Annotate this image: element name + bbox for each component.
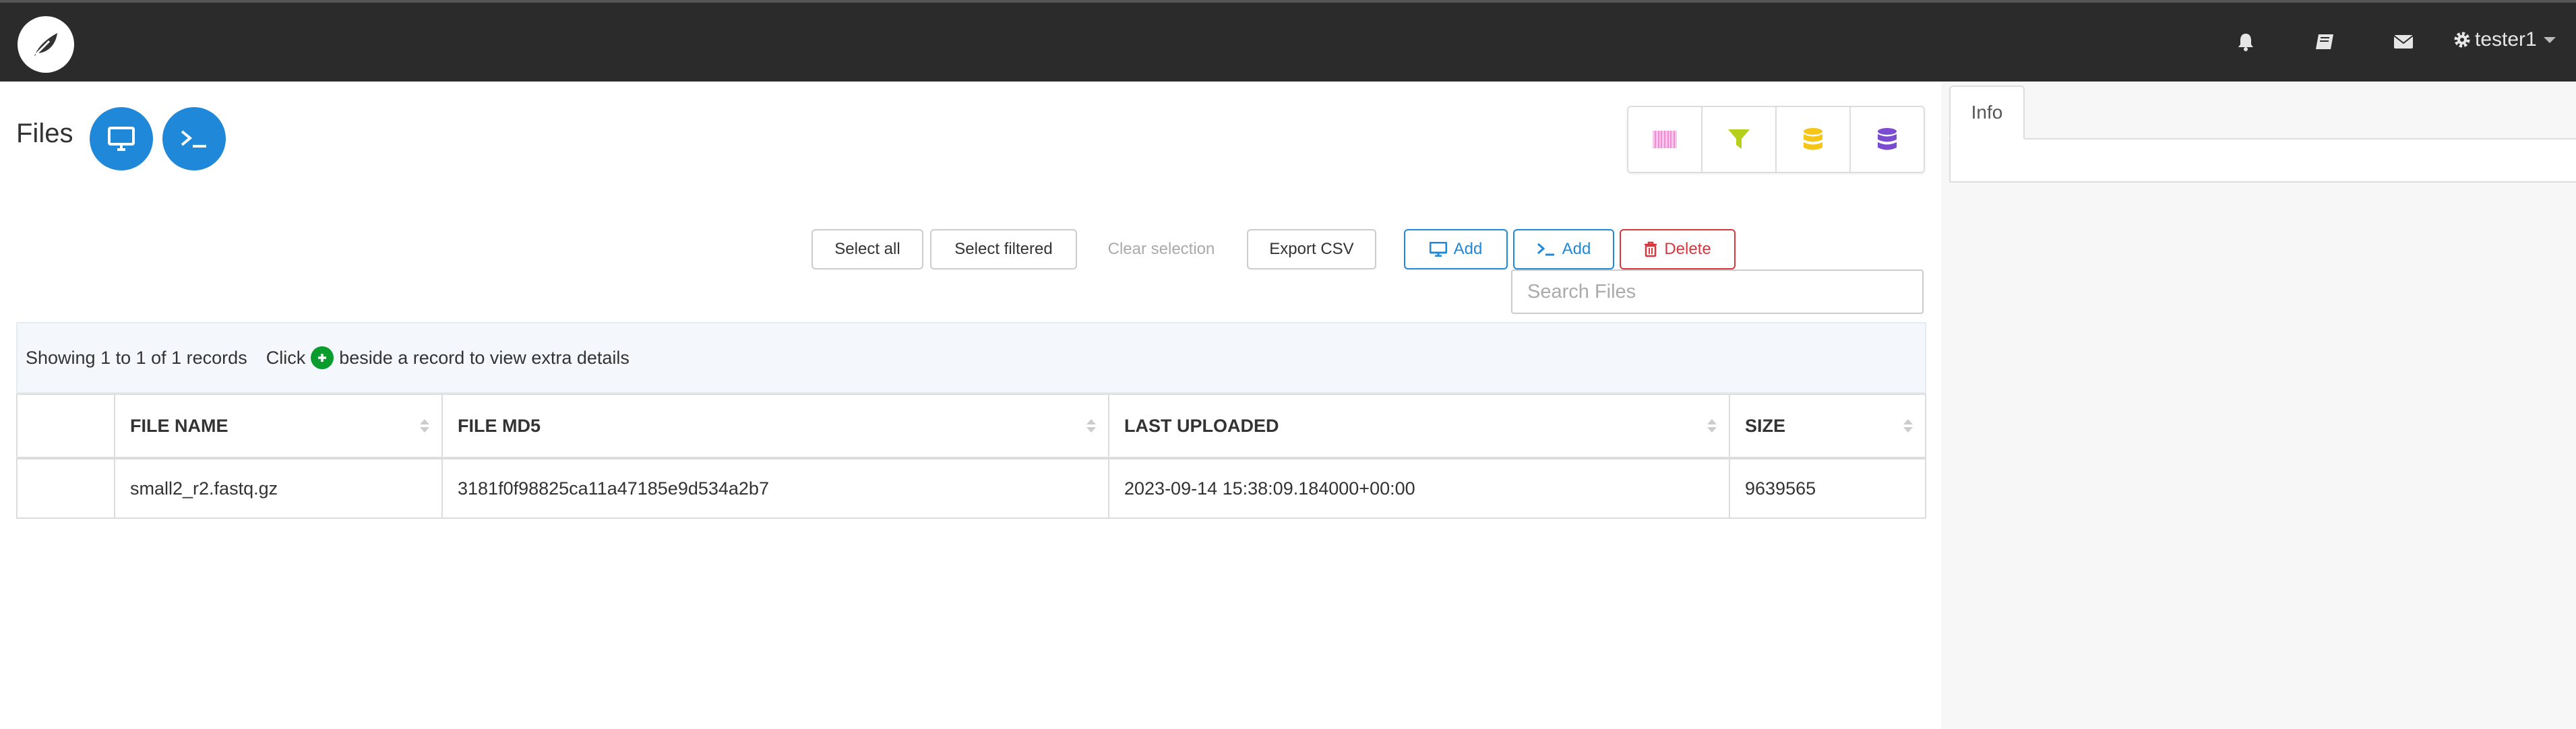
info-tab-body xyxy=(1949,139,2576,183)
delete-button[interactable]: Delete xyxy=(1620,229,1736,270)
column-header-label: FILE NAME xyxy=(130,415,228,436)
search-input[interactable] xyxy=(1511,270,1924,314)
column-header-label: SIZE xyxy=(1745,415,1786,436)
select-all-button[interactable]: Select all xyxy=(811,229,923,270)
terminal-icon xyxy=(181,130,206,148)
banner-details-text: beside a record to view extra details xyxy=(339,347,630,368)
leaf-logo[interactable] xyxy=(18,16,74,73)
book-icon[interactable] xyxy=(2311,28,2338,55)
top-navbar: tester1 xyxy=(0,0,2576,82)
database-icon xyxy=(1878,128,1897,150)
sort-icon xyxy=(420,419,429,433)
records-info-banner: Showing 1 to 1 of 1 records Click beside… xyxy=(16,322,1926,393)
column-header-file-name[interactable]: FILE NAME xyxy=(115,395,443,457)
export-csv-button[interactable]: Export CSV xyxy=(1247,229,1376,270)
desktop-icon xyxy=(1429,242,1447,257)
terminal-upload-button[interactable] xyxy=(162,107,226,170)
banner-click-text: Click xyxy=(266,347,306,368)
column-header-select xyxy=(18,395,115,457)
file-md5-cell: 3181f0f98825ca11a47185e9d534a2b7 xyxy=(443,459,1109,517)
filter-button[interactable] xyxy=(1703,107,1777,172)
trash-icon xyxy=(1645,241,1657,257)
last-uploaded-cell: 2023-09-14 15:38:09.184000+00:00 xyxy=(1109,459,1730,517)
chevron-down-icon xyxy=(2543,36,2556,43)
add-desktop-label: Add xyxy=(1453,240,1483,258)
add-terminal-label: Add xyxy=(1562,240,1591,258)
desktop-upload-button[interactable] xyxy=(90,107,153,170)
clear-selection-button[interactable]: Clear selection xyxy=(1088,229,1235,270)
info-tabs: Info xyxy=(1949,86,2576,139)
table-row[interactable]: small2_r2.fastq.gz 3181f0f98825ca11a4718… xyxy=(18,459,1925,517)
envelope-icon[interactable] xyxy=(2390,28,2417,55)
filter-icon xyxy=(1728,129,1750,149)
barcode-icon xyxy=(1653,131,1677,148)
row-select-cell[interactable] xyxy=(18,459,115,517)
username: tester1 xyxy=(2475,28,2537,51)
tab-info[interactable]: Info xyxy=(1949,86,2025,139)
database-purple-button[interactable] xyxy=(1851,107,1924,172)
column-header-label: FILE MD5 xyxy=(458,415,541,436)
column-header-label: LAST UPLOADED xyxy=(1124,415,1279,436)
plus-circle-icon xyxy=(311,346,334,369)
page-title: Files xyxy=(16,119,73,148)
column-header-size[interactable]: SIZE xyxy=(1730,395,1925,457)
database-icon xyxy=(1804,128,1822,150)
size-cell: 9639565 xyxy=(1745,478,1816,499)
sort-icon xyxy=(1086,419,1096,433)
delete-label: Delete xyxy=(1664,240,1711,258)
bell-icon[interactable] xyxy=(2232,28,2259,55)
filter-icon-group xyxy=(1627,106,1925,173)
barcode-filter-button[interactable] xyxy=(1628,107,1703,172)
table-header-row: FILE NAME FILE MD5 LAST UPLOADED SIZE xyxy=(18,395,1925,459)
database-yellow-button[interactable] xyxy=(1777,107,1851,172)
add-desktop-button[interactable]: Add xyxy=(1404,229,1508,270)
records-count-text: Showing 1 to 1 of 1 records xyxy=(26,347,247,368)
sort-icon xyxy=(1903,419,1913,433)
add-terminal-button[interactable]: Add xyxy=(1513,229,1614,270)
terminal-icon xyxy=(1537,243,1554,256)
leaf-icon xyxy=(34,33,57,56)
select-filtered-button[interactable]: Select filtered xyxy=(930,229,1077,270)
files-table: FILE NAME FILE MD5 LAST UPLOADED SIZE sm… xyxy=(16,393,1926,519)
user-menu[interactable]: tester1 xyxy=(2453,23,2556,57)
desktop-icon xyxy=(108,127,135,151)
gear-icon xyxy=(2454,32,2470,48)
file-name-cell: small2_r2.fastq.gz xyxy=(115,459,443,517)
column-header-last-uploaded[interactable]: LAST UPLOADED xyxy=(1109,395,1730,457)
sort-icon xyxy=(1707,419,1717,433)
column-header-file-md5[interactable]: FILE MD5 xyxy=(443,395,1109,457)
